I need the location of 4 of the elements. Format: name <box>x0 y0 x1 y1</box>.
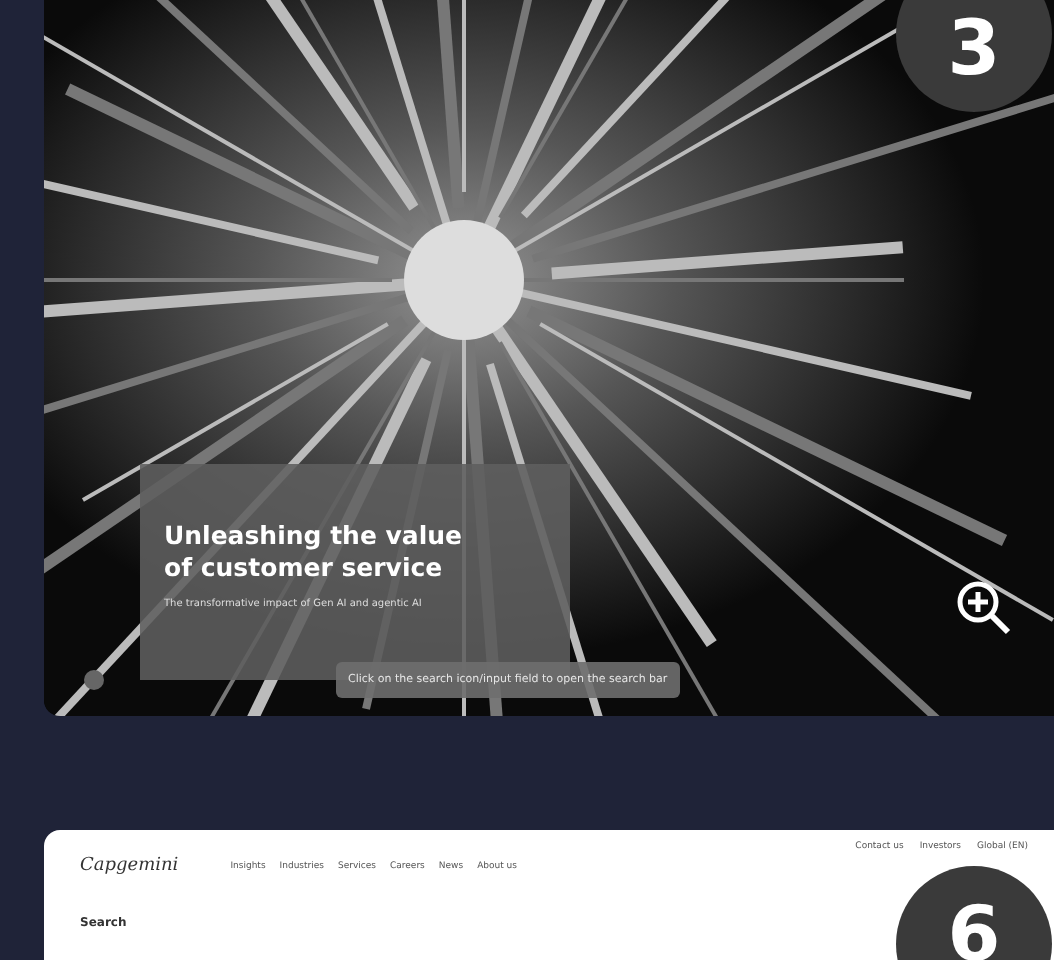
logo[interactable]: Capgemini <box>80 856 179 876</box>
dot-icon <box>84 670 104 690</box>
hero-title: Unleashing the value of customer service <box>164 520 465 585</box>
zoom-in-icon[interactable] <box>952 576 1016 640</box>
